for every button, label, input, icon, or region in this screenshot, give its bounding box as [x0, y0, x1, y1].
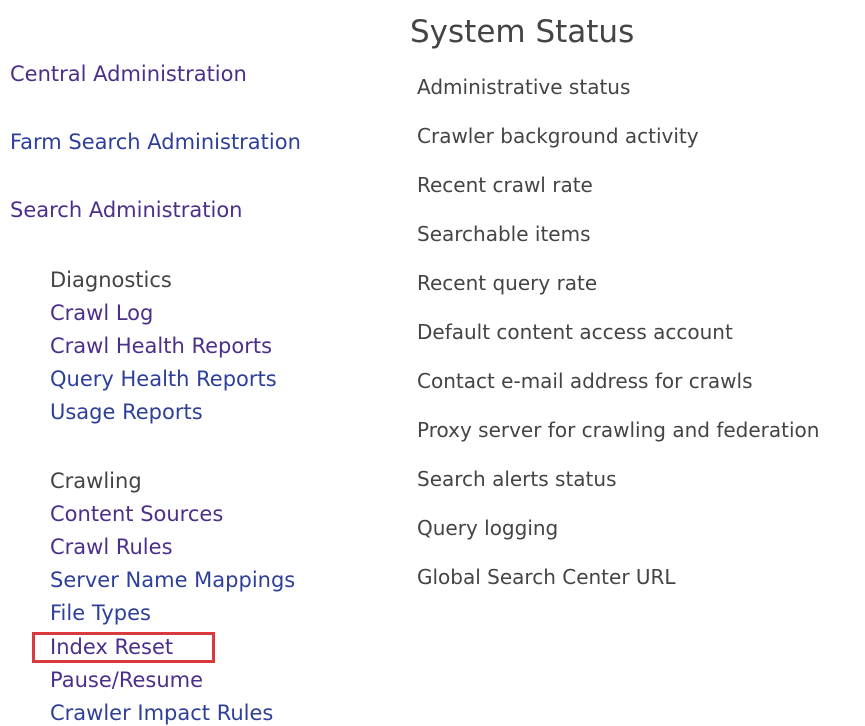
diagnostics-heading: Diagnostics — [50, 268, 172, 292]
search-administration-link[interactable]: Search Administration — [10, 197, 243, 223]
usage-reports-link[interactable]: Usage Reports — [50, 399, 203, 425]
content-sources-link[interactable]: Content Sources — [50, 501, 223, 527]
system-status-title: System Status — [410, 14, 635, 50]
crawler-impact-rules-link[interactable]: Crawler Impact Rules — [50, 700, 273, 726]
status-contact-email: Contact e-mail address for crawls — [417, 369, 753, 393]
status-query-logging: Query logging — [417, 516, 559, 540]
query-health-reports-link[interactable]: Query Health Reports — [50, 366, 277, 392]
index-reset-highlight-box — [32, 632, 215, 663]
status-global-search-center-url: Global Search Center URL — [417, 565, 676, 589]
server-name-mappings-link[interactable]: Server Name Mappings — [50, 567, 295, 593]
crawl-health-reports-link[interactable]: Crawl Health Reports — [50, 333, 272, 359]
crawl-rules-link[interactable]: Crawl Rules — [50, 534, 173, 560]
status-administrative-status: Administrative status — [417, 75, 631, 99]
status-default-content-access-account: Default content access account — [417, 320, 733, 344]
crawl-log-link[interactable]: Crawl Log — [50, 300, 153, 326]
status-recent-query-rate: Recent query rate — [417, 271, 598, 295]
farm-search-administration-link[interactable]: Farm Search Administration — [10, 129, 301, 155]
status-proxy-server: Proxy server for crawling and federation — [417, 418, 820, 442]
file-types-link[interactable]: File Types — [50, 600, 151, 626]
status-search-alerts: Search alerts status — [417, 467, 617, 491]
status-searchable-items: Searchable items — [417, 222, 591, 246]
central-administration-link[interactable]: Central Administration — [10, 61, 247, 87]
search-admin-page: Central Administration Farm Search Admin… — [0, 0, 865, 726]
pause-resume-link[interactable]: Pause/Resume — [50, 667, 203, 693]
status-recent-crawl-rate: Recent crawl rate — [417, 173, 593, 197]
crawling-heading: Crawling — [50, 469, 142, 493]
status-crawler-background-activity: Crawler background activity — [417, 124, 699, 148]
